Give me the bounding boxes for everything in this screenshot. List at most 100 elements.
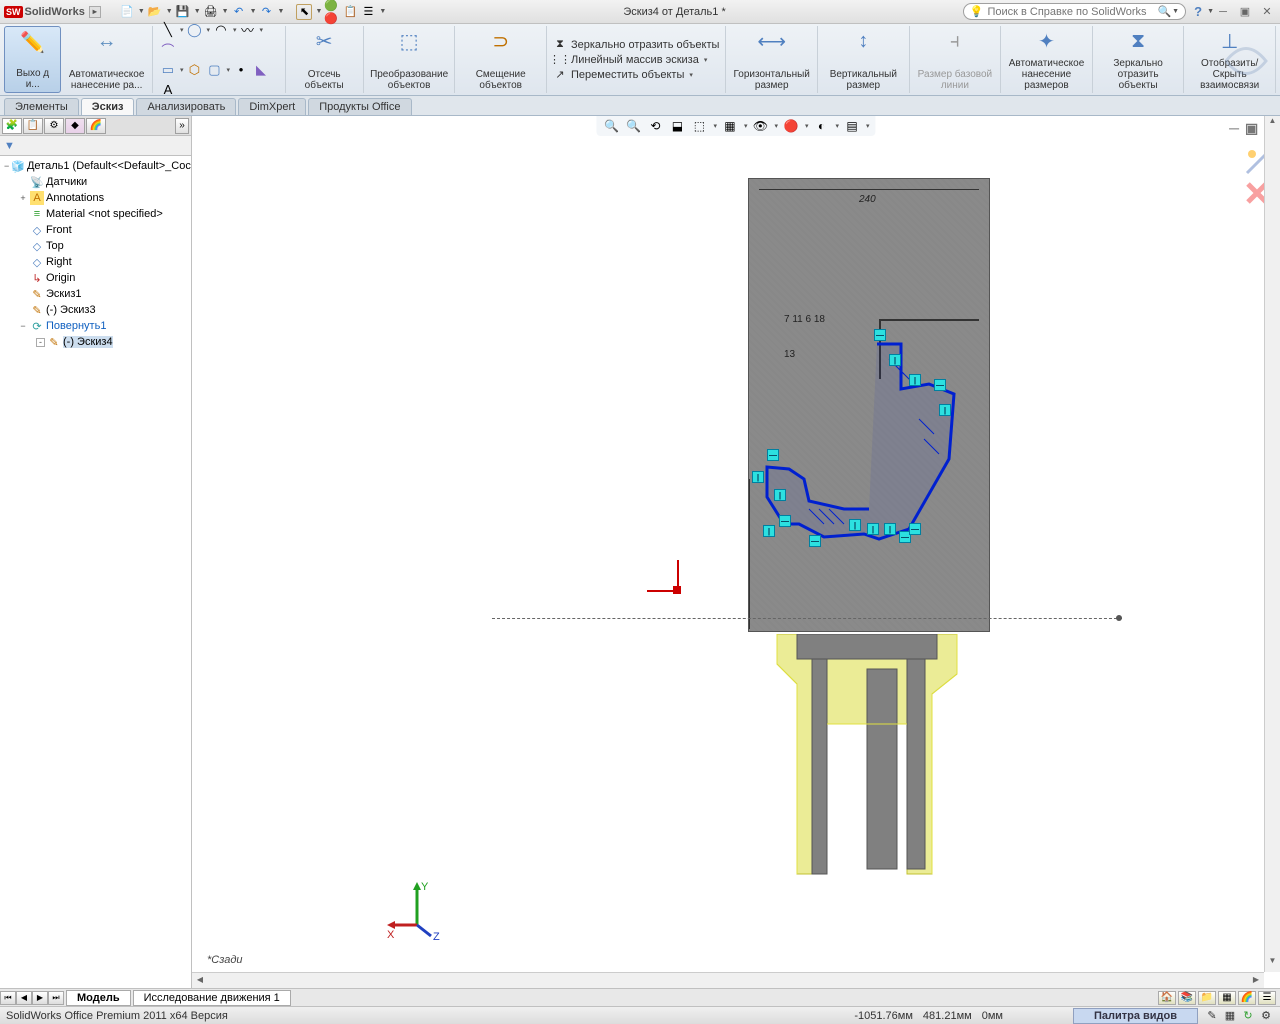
relation-marker[interactable]: — bbox=[767, 449, 779, 461]
dropdown-arrow-icon[interactable]: ▾ bbox=[836, 122, 840, 130]
new-icon[interactable]: 📄 bbox=[119, 4, 135, 20]
tree-material[interactable]: ≡Material <not specified> bbox=[0, 206, 191, 222]
fillet-icon[interactable]: ⌒ bbox=[159, 41, 177, 59]
config-tab[interactable]: ⚙ bbox=[44, 118, 64, 134]
select-icon[interactable]: ⬉ bbox=[296, 4, 312, 20]
nav-first-icon[interactable]: ⏮ bbox=[0, 991, 16, 1005]
vp-minimize-icon[interactable]: ─ bbox=[1229, 120, 1239, 137]
dropdown-arrow-icon[interactable]: ▾ bbox=[233, 26, 237, 34]
tree-top[interactable]: ◇Top bbox=[0, 238, 191, 254]
appearances-icon[interactable]: 🌈 bbox=[1238, 991, 1256, 1005]
nav-last-icon[interactable]: ⏭ bbox=[48, 991, 64, 1005]
settings-icon[interactable]: ☰ bbox=[360, 4, 376, 20]
vp-maximize-icon[interactable]: ▣ bbox=[1245, 120, 1258, 137]
section-view-icon[interactable]: ⬓ bbox=[668, 118, 686, 134]
design-lib-icon[interactable]: 📚 bbox=[1178, 991, 1196, 1005]
model-tab[interactable]: Модель bbox=[66, 990, 131, 1006]
appearance-icon[interactable]: 🔴 bbox=[782, 118, 800, 134]
rectangle-icon[interactable]: ▭ bbox=[159, 61, 177, 79]
collapse-panel-icon[interactable]: » bbox=[175, 118, 189, 134]
save-icon[interactable]: 💾 bbox=[175, 4, 191, 20]
status-options-icon[interactable]: ⚙ bbox=[1258, 1009, 1274, 1023]
display-tab[interactable]: 🌈 bbox=[86, 118, 106, 134]
vertical-dim-button[interactable]: ↕ Вертикальный размер bbox=[818, 26, 910, 93]
trim-button[interactable]: ✂ Отсечь объекты bbox=[286, 26, 364, 93]
tree-sketch4[interactable]: -✎(-) Эскиз4 bbox=[0, 334, 191, 350]
view-settings-icon[interactable]: ▤ bbox=[843, 118, 861, 134]
chamfer-icon[interactable]: ◣ bbox=[252, 61, 270, 79]
dropdown-arrow-icon[interactable]: ▾ bbox=[689, 71, 693, 79]
relation-marker[interactable]: — bbox=[909, 523, 921, 535]
dropdown-arrow-icon[interactable]: ▼ bbox=[278, 8, 285, 15]
relation-marker[interactable]: | bbox=[867, 523, 879, 535]
redo-icon[interactable]: ↷ bbox=[259, 4, 275, 20]
horizontal-dim-button[interactable]: ⟷ Горизонтальный размер bbox=[726, 26, 818, 93]
revolved-model[interactable] bbox=[767, 634, 967, 896]
motion-study-tab[interactable]: Исследование движения 1 bbox=[133, 990, 291, 1006]
dropdown-arrow-icon[interactable]: ▼ bbox=[222, 8, 229, 15]
horizontal-scrollbar[interactable]: ◀ ▶ bbox=[192, 972, 1264, 988]
hide-show-icon[interactable]: 👁 bbox=[751, 118, 769, 134]
dropdown-arrow-icon[interactable]: ▼ bbox=[138, 8, 145, 15]
zoom-area-icon[interactable]: 🔍 bbox=[624, 118, 642, 134]
line-icon[interactable]: ╲ bbox=[159, 21, 177, 39]
offset-button[interactable]: ⊃ Смещение объектов bbox=[455, 26, 547, 93]
sketch-exit-button[interactable]: ✏️ Выхо д и... bbox=[4, 26, 61, 93]
relation-marker[interactable]: — bbox=[874, 329, 886, 341]
view-triad[interactable]: X Y Z bbox=[387, 880, 447, 940]
display-style-icon[interactable]: ▦ bbox=[721, 118, 739, 134]
scene-icon[interactable]: ◐ bbox=[813, 118, 831, 134]
dropdown-arrow-icon[interactable]: ▼ bbox=[250, 8, 257, 15]
search-input[interactable] bbox=[987, 6, 1157, 18]
tab-analyze[interactable]: Анализировать bbox=[136, 98, 236, 115]
sketch-profile[interactable] bbox=[749, 179, 991, 633]
tree-front[interactable]: ◇Front bbox=[0, 222, 191, 238]
tree-sensors[interactable]: 📡Датчики bbox=[0, 174, 191, 190]
tree-sketch1[interactable]: ✎Эскиз1 bbox=[0, 286, 191, 302]
tree-origin[interactable]: ↳Origin bbox=[0, 270, 191, 286]
relation-marker[interactable]: | bbox=[884, 523, 896, 535]
graphics-viewport[interactable]: 🔍 🔍 ⟲ ⬓ ⬚▾ ▦▾ 👁▾ 🔴▾ ◐▾ ▤▾ ─ ▣ ✕ bbox=[192, 116, 1280, 988]
mirror2-button[interactable]: ⧗ Зеркально отразить объекты bbox=[1093, 26, 1185, 93]
vertical-scrollbar[interactable]: ▲ ▼ bbox=[1264, 116, 1280, 972]
point-icon[interactable]: • bbox=[232, 61, 250, 79]
dropdown-arrow-icon[interactable]: ▼ bbox=[379, 8, 386, 15]
auto-dim2-button[interactable]: ✦ Автоматическое нанесение размеров bbox=[1001, 26, 1093, 93]
filter-bar[interactable]: ▼ bbox=[0, 136, 191, 156]
property-tab[interactable]: 📋 bbox=[23, 118, 43, 134]
relation-marker[interactable]: — bbox=[934, 379, 946, 391]
view-orient-icon[interactable]: ⬚ bbox=[690, 118, 708, 134]
relation-marker[interactable]: | bbox=[939, 404, 951, 416]
relation-marker[interactable]: | bbox=[909, 374, 921, 386]
status-edit-icon[interactable]: ✎ bbox=[1204, 1009, 1220, 1023]
tab-office[interactable]: Продукты Office bbox=[308, 98, 411, 115]
task-panel-label[interactable]: Палитра видов bbox=[1073, 1008, 1198, 1024]
print-icon[interactable]: 🖨 bbox=[203, 4, 219, 20]
auto-dimension-button[interactable]: ↔ Автоматическое нанесение ра... bbox=[61, 26, 153, 93]
help-search[interactable]: 💡 🔍▼ bbox=[963, 3, 1186, 20]
home-icon[interactable]: 🏠 bbox=[1158, 991, 1176, 1005]
dropdown-arrow-icon[interactable]: ▼ bbox=[1207, 8, 1214, 15]
rebuild-icon[interactable]: 🟢🔴 bbox=[324, 4, 340, 20]
mirror-entities-button[interactable]: ⧗Зеркально отразить объекты bbox=[553, 38, 719, 52]
dropdown-arrow-icon[interactable]: ▾ bbox=[866, 122, 870, 130]
view-palette-icon[interactable]: ▦ bbox=[1218, 991, 1236, 1005]
dropdown-arrow-icon[interactable]: ▾ bbox=[180, 66, 184, 74]
tab-dimxpert[interactable]: DimXpert bbox=[238, 98, 306, 115]
move-entities-button[interactable]: ↗Переместить объекты▾ bbox=[553, 68, 693, 82]
tree-right[interactable]: ◇Right bbox=[0, 254, 191, 270]
dropdown-arrow-icon[interactable]: ▼ bbox=[166, 8, 173, 15]
open-icon[interactable]: 📂 bbox=[147, 4, 163, 20]
file-explorer-icon[interactable]: 📁 bbox=[1198, 991, 1216, 1005]
tree-annotations[interactable]: +AAnnotations bbox=[0, 190, 191, 206]
app-menu-arrow-icon[interactable]: ▸ bbox=[89, 6, 101, 18]
relation-marker[interactable]: | bbox=[889, 354, 901, 366]
tree-sketch3[interactable]: ✎(-) Эскиз3 bbox=[0, 302, 191, 318]
dropdown-arrow-icon[interactable]: ▼ bbox=[315, 8, 322, 15]
relation-marker[interactable]: | bbox=[763, 525, 775, 537]
baseline-dim-button[interactable]: ⫞ Размер базовой линии bbox=[910, 26, 1002, 93]
status-rebuild-icon[interactable]: ↻ bbox=[1240, 1009, 1256, 1023]
relation-marker[interactable]: | bbox=[752, 471, 764, 483]
relation-marker[interactable]: | bbox=[774, 489, 786, 501]
search-icon[interactable]: 🔍 bbox=[1157, 5, 1171, 18]
